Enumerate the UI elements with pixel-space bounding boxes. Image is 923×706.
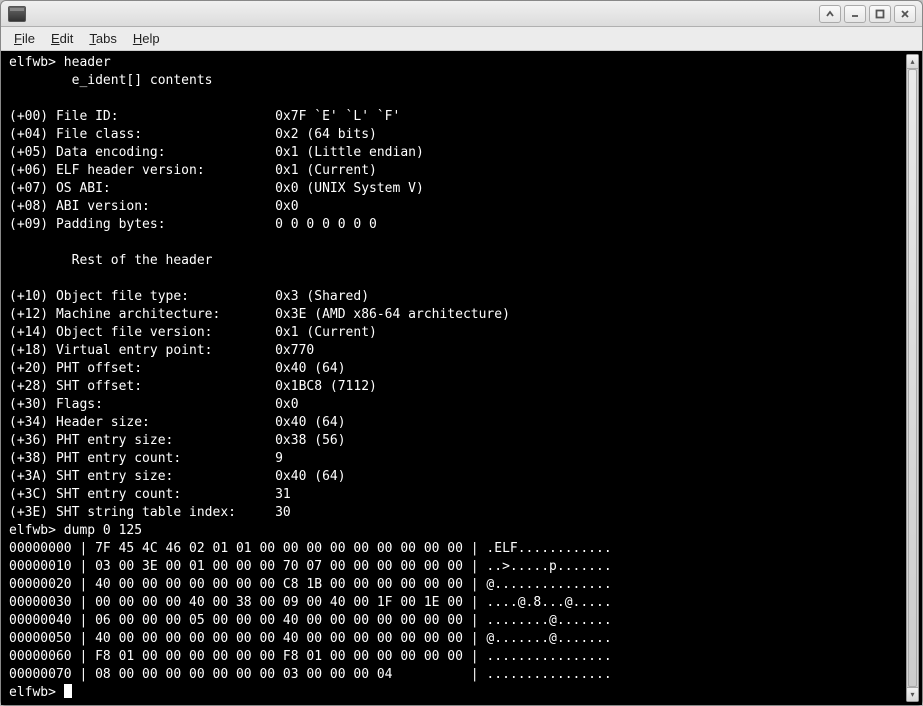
close-button[interactable] bbox=[894, 5, 916, 23]
terminal-area[interactable]: elfwb> header e_ident[] contents (+00) F… bbox=[1, 51, 922, 705]
scroll-thumb[interactable] bbox=[908, 69, 917, 687]
minimize-button[interactable] bbox=[844, 5, 866, 23]
scroll-down-button[interactable]: ▾ bbox=[907, 687, 918, 701]
app-icon bbox=[8, 6, 26, 22]
scrollbar[interactable]: ▴ ▾ bbox=[906, 54, 919, 702]
scroll-up-button[interactable]: ▴ bbox=[907, 55, 918, 69]
terminal-output: elfwb> header e_ident[] contents (+00) F… bbox=[9, 54, 922, 702]
window-controls bbox=[819, 5, 918, 23]
scroll-track[interactable] bbox=[907, 69, 918, 687]
menubar: File Edit Tabs Help bbox=[1, 27, 922, 51]
menu-edit[interactable]: Edit bbox=[44, 29, 80, 48]
menu-file[interactable]: File bbox=[7, 29, 42, 48]
ontop-button[interactable] bbox=[819, 5, 841, 23]
titlebar[interactable] bbox=[1, 1, 922, 27]
terminal-window: File Edit Tabs Help elfwb> header e_iden… bbox=[0, 0, 923, 706]
cursor bbox=[64, 684, 72, 698]
maximize-button[interactable] bbox=[869, 5, 891, 23]
menu-help[interactable]: Help bbox=[126, 29, 167, 48]
menu-tabs[interactable]: Tabs bbox=[82, 29, 123, 48]
